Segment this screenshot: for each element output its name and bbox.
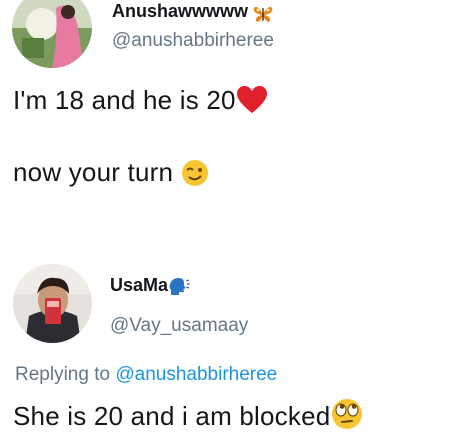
replying-to-mention-link[interactable]: @anushabbirheree xyxy=(115,364,277,385)
tweet-text: now your turn xyxy=(13,157,174,187)
replying-to-line: Replying to @anushabbirheree xyxy=(15,364,277,386)
original-tweet: Anushawwwww @anushabbirheree I'm 18 and … xyxy=(0,0,450,230)
tweet-text: I'm 18 and he is 20 xyxy=(13,85,236,115)
reply-tweet: UsaMa @Vay_usamaay Replying to @anushabb… xyxy=(0,240,450,447)
handle[interactable]: @anushabbirheree xyxy=(112,30,274,52)
avatar[interactable] xyxy=(13,264,92,343)
handle[interactable]: @Vay_usamaay xyxy=(110,315,248,337)
speaking-head-icon xyxy=(168,277,190,302)
tweet-text: She is 20 and i am blocked xyxy=(13,401,331,431)
display-name[interactable]: Anushawwwww xyxy=(112,1,273,28)
butterfly-icon xyxy=(253,5,273,28)
display-name[interactable]: UsaMa xyxy=(110,275,190,302)
winking-face-icon xyxy=(181,159,209,194)
tweet-text-line-2: now your turn xyxy=(13,157,209,194)
tweet-text-line-1: I'm 18 and he is 20 xyxy=(13,85,268,122)
face-with-rolling-eyes-icon xyxy=(330,397,364,438)
avatar[interactable] xyxy=(12,0,92,68)
reply-text: She is 20 and i am blocked xyxy=(13,397,364,438)
display-name-text: Anushawwwww xyxy=(112,1,249,21)
replying-to-label: Replying to xyxy=(15,364,111,385)
red-heart-icon xyxy=(236,85,268,122)
display-name-text: UsaMa xyxy=(110,275,169,295)
